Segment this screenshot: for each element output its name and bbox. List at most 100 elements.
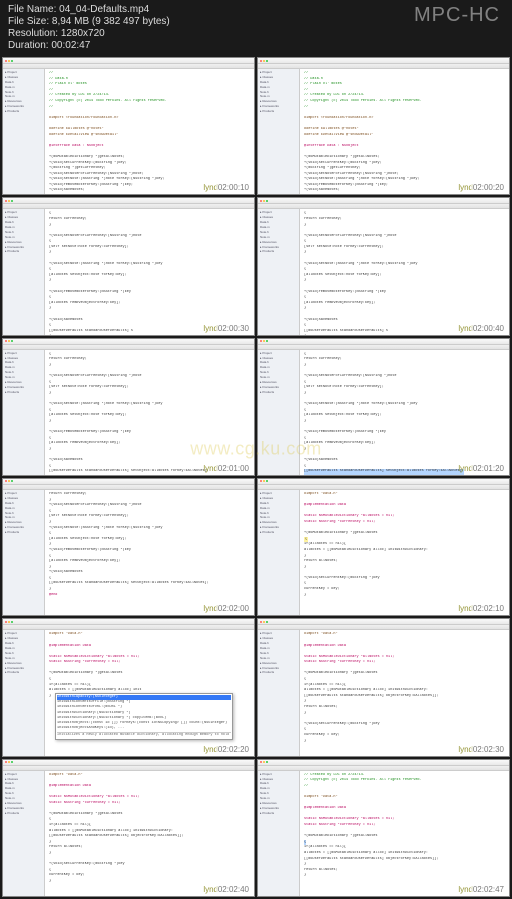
tree-item[interactable]: ▸ Products [260,812,297,816]
tree-item[interactable]: ▸ Products [5,110,42,114]
code-editor[interactable]: #import "Data.h" @implementation Data st… [45,771,254,896]
video-thumbnail[interactable]: ▸ Project ▸ Classes Data.h Data.m Note.h… [2,618,255,756]
tree-item[interactable]: ▸ Project [5,632,42,636]
tree-item[interactable]: ▸ Products [260,671,297,675]
tree-item[interactable]: ▸ Frameworks [260,667,297,671]
video-thumbnail[interactable]: ▸ Project ▸ Classes Data.h Data.m Note.h… [257,197,510,335]
tree-item[interactable]: ▸ Classes [5,76,42,80]
tree-item[interactable]: Data.m [260,86,297,90]
tree-item[interactable]: Data.m [5,787,42,791]
tree-item[interactable]: ▸ Classes [5,637,42,641]
tree-item[interactable]: ▸ Products [260,391,297,395]
tree-item[interactable]: ▸ Classes [260,76,297,80]
tree-item[interactable]: Data.m [260,226,297,230]
project-navigator[interactable]: ▸ Project ▸ Classes Data.h Data.m Note.h… [258,69,300,194]
tree-item[interactable]: ▸ Project [5,773,42,777]
video-thumbnail[interactable]: ▸ Project ▸ Classes Data.h Data.m Note.h… [257,618,510,756]
tree-item[interactable]: Note.m [260,376,297,380]
video-thumbnail[interactable]: ▸ Project ▸ Classes Data.h Data.m Note.h… [2,338,255,476]
code-editor[interactable]: // Created by LDC on 2/24/14.// Copyrigh… [300,771,509,896]
tree-item[interactable]: ▸ Resources [5,521,42,525]
tree-item[interactable]: ▸ Project [5,492,42,496]
tree-item[interactable]: ▸ Classes [5,216,42,220]
tree-item[interactable]: Note.h [5,512,42,516]
tree-item[interactable]: Data.h [5,782,42,786]
video-thumbnail[interactable]: ▸ Project ▸ Classes Data.h Data.m Note.h… [2,57,255,195]
tree-item[interactable]: Note.m [260,657,297,661]
tree-item[interactable]: Data.m [5,507,42,511]
tree-item[interactable]: Data.m [260,787,297,791]
tree-item[interactable]: ▸ Project [260,632,297,636]
project-navigator[interactable]: ▸ Project ▸ Classes Data.h Data.m Note.h… [258,350,300,475]
tree-item[interactable]: ▸ Frameworks [260,807,297,811]
tree-item[interactable]: ▸ Classes [5,357,42,361]
tree-item[interactable]: Data.m [260,366,297,370]
code-editor[interactable]: //// Data.h// Plain Ol' Notes//// Create… [300,69,509,194]
project-navigator[interactable]: ▸ Project ▸ Classes Data.h Data.m Note.h… [3,69,45,194]
code-editor[interactable]: //// Data.h// Plain Ol' Notes//// Create… [45,69,254,194]
autocomplete-popup[interactable]: initWithCapacity:(NSUInteger)initWithCon… [55,693,233,740]
video-thumbnail[interactable]: ▸ Project ▸ Classes Data.h Data.m Note.h… [2,759,255,897]
project-navigator[interactable]: ▸ Project ▸ Classes Data.h Data.m Note.h… [3,350,45,475]
tree-item[interactable]: ▸ Classes [260,357,297,361]
tree-item[interactable]: ▸ Products [5,812,42,816]
tree-item[interactable]: Data.h [5,81,42,85]
tree-item[interactable]: Data.h [260,81,297,85]
code-editor[interactable]: #import "Data.h" @implementation Data st… [300,490,509,615]
code-editor[interactable]: return currentKey;}+(void)setNoteForCurr… [45,490,254,615]
code-editor[interactable]: { return currentKey;} +(void)setNoteForC… [300,350,509,475]
tree-item[interactable]: Note.m [5,657,42,661]
tree-item[interactable]: ▸ Resources [5,381,42,385]
tree-item[interactable]: ▸ Products [5,671,42,675]
tree-item[interactable]: ▸ Frameworks [5,246,42,250]
tree-item[interactable]: ▸ Frameworks [5,526,42,530]
tree-item[interactable]: Note.h [260,512,297,516]
tree-item[interactable]: Data.h [5,642,42,646]
tree-item[interactable]: ▸ Frameworks [5,807,42,811]
tree-item[interactable]: Note.h [5,652,42,656]
tree-item[interactable]: ▸ Frameworks [5,386,42,390]
tree-item[interactable]: ▸ Resources [5,100,42,104]
code-editor[interactable]: #import "Data.h" @implementation Data st… [300,630,509,755]
tree-item[interactable]: ▸ Products [260,250,297,254]
tree-item[interactable]: Note.h [5,792,42,796]
tree-item[interactable]: ▸ Project [5,71,42,75]
tree-item[interactable]: Note.m [260,236,297,240]
project-navigator[interactable]: ▸ Project ▸ Classes Data.h Data.m Note.h… [258,209,300,334]
tree-item[interactable]: Data.h [260,221,297,225]
tree-item[interactable]: ▸ Frameworks [260,246,297,250]
tree-item[interactable]: ▸ Project [260,492,297,496]
tree-item[interactable]: ▸ Frameworks [260,526,297,530]
tree-item[interactable]: ▸ Products [5,531,42,535]
tree-item[interactable]: Note.m [260,516,297,520]
tree-item[interactable]: Data.h [260,361,297,365]
project-navigator[interactable]: ▸ Project ▸ Classes Data.h Data.m Note.h… [3,209,45,334]
tree-item[interactable]: Note.m [5,376,42,380]
tree-item[interactable]: Note.h [260,231,297,235]
project-navigator[interactable]: ▸ Project ▸ Classes Data.h Data.m Note.h… [3,490,45,615]
tree-item[interactable]: ▸ Resources [5,241,42,245]
tree-item[interactable]: ▸ Classes [260,778,297,782]
tree-item[interactable]: ▸ Project [260,773,297,777]
tree-item[interactable]: ▸ Resources [260,662,297,666]
project-navigator[interactable]: ▸ Project ▸ Classes Data.h Data.m Note.h… [258,771,300,896]
tree-item[interactable]: ▸ Resources [260,381,297,385]
tree-item[interactable]: Data.h [5,361,42,365]
tree-item[interactable]: Note.h [260,652,297,656]
project-navigator[interactable]: ▸ Project ▸ Classes Data.h Data.m Note.h… [3,630,45,755]
tree-item[interactable]: Data.h [260,642,297,646]
tree-item[interactable]: ▸ Products [5,250,42,254]
tree-item[interactable]: ▸ Project [260,352,297,356]
tree-item[interactable]: ▸ Frameworks [260,386,297,390]
tree-item[interactable]: ▸ Resources [260,100,297,104]
tree-item[interactable]: Note.h [260,371,297,375]
tree-item[interactable]: Data.m [5,86,42,90]
tree-item[interactable]: ▸ Project [260,211,297,215]
tree-item[interactable]: Note.m [5,95,42,99]
tree-item[interactable]: Data.m [260,507,297,511]
code-editor[interactable]: { return currentKey;} +(void)setNoteForC… [45,350,254,475]
tree-item[interactable]: ▸ Frameworks [260,105,297,109]
video-thumbnail[interactable]: ▸ Project ▸ Classes Data.h Data.m Note.h… [257,338,510,476]
tree-item[interactable]: Data.m [260,647,297,651]
tree-item[interactable]: ▸ Resources [260,802,297,806]
